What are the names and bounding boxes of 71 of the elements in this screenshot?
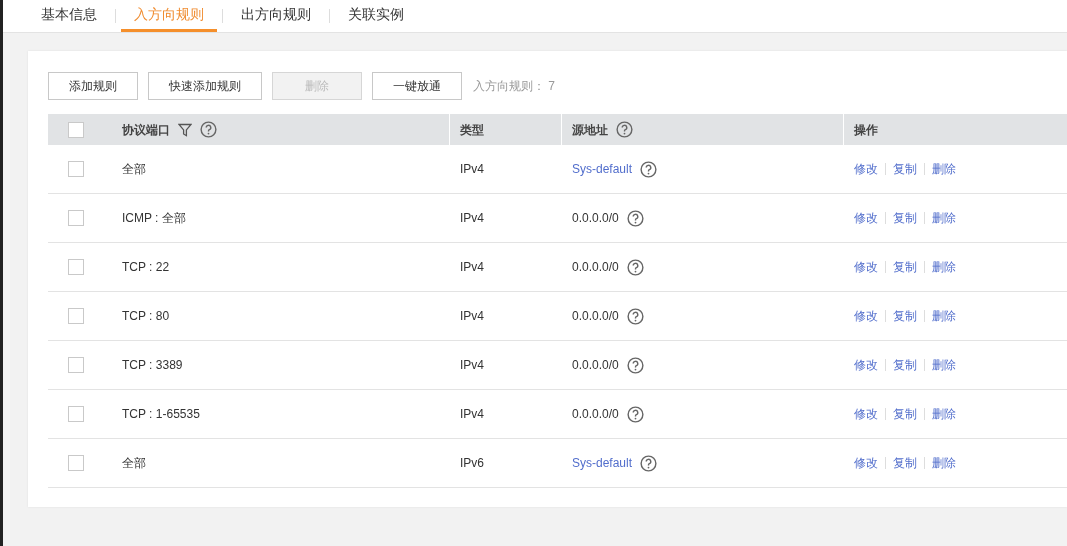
table-cell: TCP : 1-65535 bbox=[122, 407, 200, 421]
action-link[interactable]: 修改 bbox=[854, 405, 878, 423]
column-header: 类型 bbox=[460, 121, 484, 139]
table-cell: IPv4 bbox=[460, 162, 484, 176]
action-link[interactable]: 删除 bbox=[932, 307, 956, 325]
column-header: 操作 bbox=[854, 121, 878, 139]
help-icon[interactable] bbox=[626, 405, 644, 423]
action-link[interactable]: 删除 bbox=[932, 209, 956, 227]
table-cell: IPv4 bbox=[460, 260, 484, 274]
action-link[interactable]: 复制 bbox=[893, 209, 917, 227]
tab[interactable]: 关联实例 bbox=[335, 0, 417, 32]
checkbox[interactable] bbox=[68, 210, 84, 226]
help-icon[interactable] bbox=[626, 356, 644, 374]
source-link[interactable]: Sys-default bbox=[572, 160, 633, 178]
table-cell: IPv4 bbox=[460, 211, 484, 225]
action-link[interactable]: 复制 bbox=[893, 160, 917, 178]
toolbar-button[interactable]: 快速添加规则 bbox=[148, 71, 262, 100]
column-header: 源地址 bbox=[572, 121, 608, 139]
table-cell-text: 0.0.0.0/0 bbox=[572, 357, 619, 374]
checkbox[interactable] bbox=[68, 308, 84, 324]
table-cell: IPv4 bbox=[460, 407, 484, 421]
action-link[interactable]: 删除 bbox=[932, 356, 956, 374]
checkbox[interactable] bbox=[68, 161, 84, 177]
action-link[interactable]: 复制 bbox=[893, 454, 917, 472]
table-cell-text: 0.0.0.0/0 bbox=[572, 259, 619, 276]
filter-icon[interactable] bbox=[178, 122, 192, 137]
help-icon[interactable] bbox=[626, 307, 644, 325]
checkbox[interactable] bbox=[68, 455, 84, 471]
table-cell: IPv6 bbox=[460, 456, 484, 470]
table-cell-text: 0.0.0.0/0 bbox=[572, 308, 619, 325]
action-link[interactable]: 修改 bbox=[854, 160, 878, 178]
tab[interactable]: 出方向规则 bbox=[228, 0, 324, 32]
checkbox[interactable] bbox=[68, 121, 84, 138]
action-link[interactable]: 修改 bbox=[854, 209, 878, 227]
source-link[interactable]: Sys-default bbox=[572, 454, 633, 472]
help-icon[interactable] bbox=[616, 121, 633, 138]
action-link[interactable]: 删除 bbox=[932, 405, 956, 423]
table-cell: TCP : 80 bbox=[122, 309, 170, 323]
toolbar-button[interactable]: 添加规则 bbox=[48, 71, 138, 100]
action-link[interactable]: 复制 bbox=[893, 258, 917, 276]
help-icon[interactable] bbox=[626, 258, 644, 276]
action-link[interactable]: 删除 bbox=[932, 454, 956, 472]
help-icon[interactable] bbox=[626, 209, 644, 227]
action-link[interactable]: 复制 bbox=[893, 356, 917, 374]
table-cell: TCP : 22 bbox=[122, 260, 170, 274]
table-cell-text: 0.0.0.0/0 bbox=[572, 406, 619, 423]
action-link[interactable]: 复制 bbox=[893, 307, 917, 325]
checkbox[interactable] bbox=[68, 406, 84, 422]
tab[interactable]: 基本信息 bbox=[28, 0, 110, 32]
action-link[interactable]: 删除 bbox=[932, 160, 956, 178]
help-icon[interactable] bbox=[640, 160, 658, 178]
action-link[interactable]: 修改 bbox=[854, 258, 878, 276]
column-header: 协议端口 bbox=[122, 121, 170, 139]
table-cell: TCP : 3389 bbox=[122, 358, 183, 372]
table-cell: IPv4 bbox=[460, 358, 484, 372]
action-link[interactable]: 删除 bbox=[932, 258, 956, 276]
action-link[interactable]: 修改 bbox=[854, 307, 878, 325]
toolbar-button[interactable]: 一键放通 bbox=[372, 71, 462, 100]
checkbox[interactable] bbox=[68, 259, 84, 275]
help-icon[interactable] bbox=[640, 454, 658, 472]
action-link[interactable]: 修改 bbox=[854, 454, 878, 472]
rule-count: 入方向规则： 7 bbox=[473, 77, 556, 95]
table-cell-text: 0.0.0.0/0 bbox=[572, 210, 619, 227]
table-cell: 全部 bbox=[122, 162, 146, 176]
checkbox[interactable] bbox=[68, 357, 84, 373]
table-cell: IPv4 bbox=[460, 309, 484, 323]
action-link[interactable]: 修改 bbox=[854, 356, 878, 374]
help-icon[interactable] bbox=[200, 121, 217, 138]
action-link[interactable]: 复制 bbox=[893, 405, 917, 423]
table-cell: 全部 bbox=[122, 456, 146, 470]
table-cell: ICMP : 全部 bbox=[122, 211, 186, 225]
